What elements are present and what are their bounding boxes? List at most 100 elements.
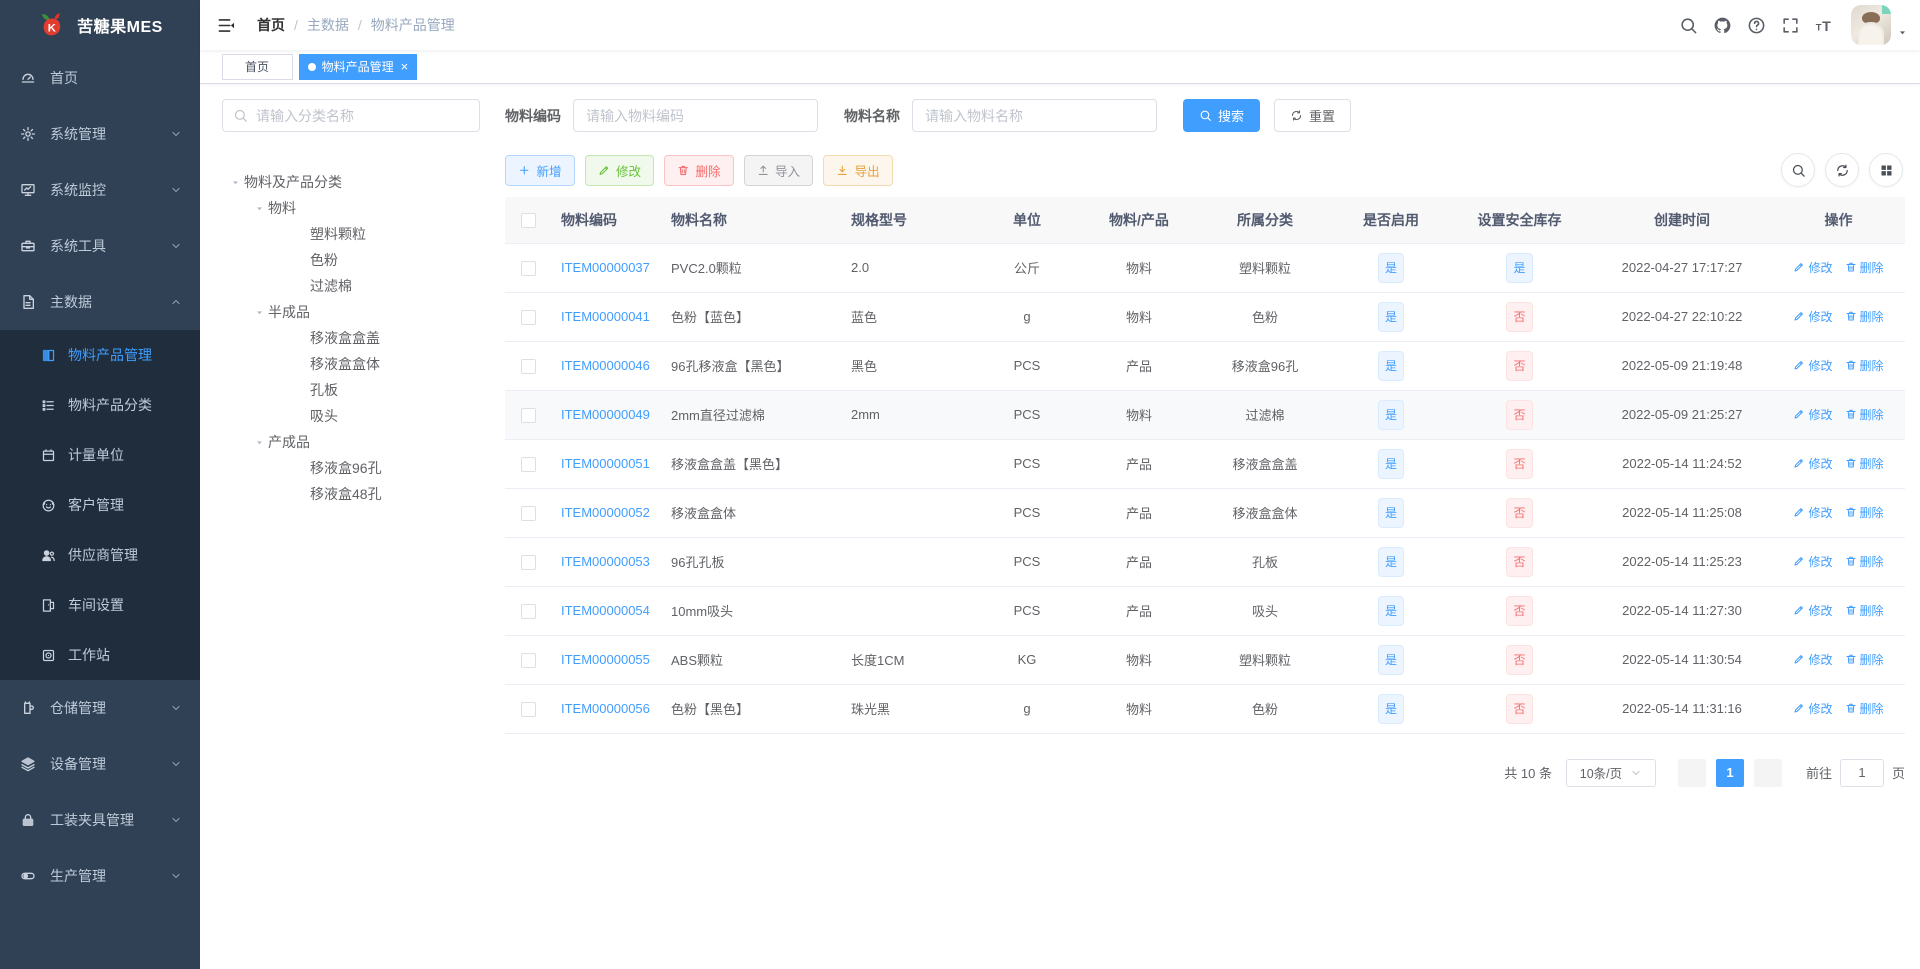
tab[interactable]: 首页 × <box>222 53 293 80</box>
edit-link[interactable]: 修改 <box>1793 651 1833 668</box>
sidebar-subitem[interactable]: 物料产品分类 <box>0 380 200 430</box>
edit-link[interactable]: 修改 <box>1793 602 1833 619</box>
edit-link[interactable]: 修改 <box>1793 357 1833 374</box>
sidebar-subitem[interactable]: 物料产品管理 <box>0 330 200 380</box>
edit-link[interactable]: 修改 <box>1793 700 1833 717</box>
delete-link[interactable]: 删除 <box>1845 308 1884 325</box>
search-icon[interactable] <box>1671 5 1705 45</box>
row-checkbox[interactable] <box>520 554 536 570</box>
toolbar-button[interactable]: 导入 <box>743 154 814 186</box>
sidebar-item[interactable]: 仓储管理 <box>0 680 200 736</box>
code-field[interactable] <box>586 100 805 131</box>
sidebar-item[interactable]: 生产管理 <box>0 848 200 904</box>
tree-node[interactable]: 过滤棉 <box>222 273 480 299</box>
sidebar-subitem[interactable]: 工作站 <box>0 630 200 680</box>
breadcrumb-item[interactable]: 物料产品管理 <box>371 15 455 35</box>
question-icon[interactable] <box>1739 5 1773 45</box>
material-code-link[interactable]: ITEM00000041 <box>561 309 650 324</box>
sidebar-subitem[interactable]: 供应商管理 <box>0 530 200 580</box>
material-code-link[interactable]: ITEM00000056 <box>561 701 650 716</box>
reset-button[interactable]: 重置 <box>1274 99 1352 132</box>
material-code-link[interactable]: ITEM00000054 <box>561 603 650 618</box>
tree-node[interactable]: 移液盒盒体 <box>222 351 480 377</box>
delete-link[interactable]: 删除 <box>1845 406 1884 423</box>
row-checkbox[interactable] <box>520 358 536 374</box>
edit-link[interactable]: 修改 <box>1793 553 1833 570</box>
row-checkbox[interactable] <box>520 309 536 325</box>
tab[interactable]: 物料产品管理 × <box>298 53 418 80</box>
delete-link[interactable]: 删除 <box>1845 455 1884 472</box>
table-tool-button[interactable] <box>1781 153 1815 187</box>
sidebar-item[interactable]: 设备管理 <box>0 736 200 792</box>
tree-node[interactable]: 色粉 <box>222 247 480 273</box>
table-tool-button[interactable] <box>1825 153 1859 187</box>
toolbar-button[interactable]: 导出 <box>823 154 893 186</box>
goto-page-input[interactable] <box>1839 758 1884 787</box>
row-checkbox[interactable] <box>520 407 536 423</box>
row-checkbox[interactable] <box>520 652 536 668</box>
delete-link[interactable]: 删除 <box>1845 259 1884 276</box>
name-field[interactable] <box>925 100 1144 131</box>
app-logo[interactable]: K 苦糖果MES <box>0 0 200 50</box>
delete-link[interactable]: 删除 <box>1845 553 1884 570</box>
tree-node[interactable]: 孔板 <box>222 377 480 403</box>
material-code-link[interactable]: ITEM00000055 <box>561 652 650 667</box>
breadcrumb-item[interactable]: 首页 <box>257 15 285 35</box>
tree-node[interactable]: 半成品 <box>222 299 480 325</box>
table-tool-button[interactable] <box>1869 153 1903 187</box>
page-size-select[interactable]: 10条/页 <box>1565 758 1656 787</box>
sidebar-subitem[interactable]: 计量单位 <box>0 430 200 480</box>
sidebar-fold-icon[interactable] <box>200 16 251 35</box>
material-code-link[interactable]: ITEM00000051 <box>561 456 650 471</box>
delete-link[interactable]: 删除 <box>1845 700 1884 717</box>
tab-close-icon[interactable]: × <box>401 60 409 73</box>
sidebar-subitem[interactable]: 车间设置 <box>0 580 200 630</box>
sidebar-item[interactable]: 系统管理 <box>0 106 200 162</box>
tree-caret-icon[interactable] <box>226 177 244 188</box>
row-checkbox[interactable] <box>520 456 536 472</box>
edit-link[interactable]: 修改 <box>1793 406 1833 423</box>
tree-caret-icon[interactable] <box>250 437 268 448</box>
tree-node[interactable]: 产成品 <box>222 429 480 455</box>
material-code-link[interactable]: ITEM00000049 <box>561 407 650 422</box>
row-checkbox[interactable] <box>520 260 536 276</box>
tree-caret-icon[interactable] <box>250 203 268 214</box>
tree-node[interactable]: 物料 <box>222 195 480 221</box>
select-all-checkbox[interactable] <box>520 213 536 229</box>
row-checkbox[interactable] <box>520 505 536 521</box>
toolbar-button[interactable]: 修改 <box>584 154 655 186</box>
toolbar-button[interactable]: 删除 <box>664 154 734 186</box>
edit-link[interactable]: 修改 <box>1793 504 1833 521</box>
edit-link[interactable]: 修改 <box>1793 455 1833 472</box>
sidebar-subitem[interactable]: 客户管理 <box>0 480 200 530</box>
tree-node[interactable]: 塑料颗粒 <box>222 221 480 247</box>
prev-page-button[interactable] <box>1677 758 1706 787</box>
tree-node[interactable]: 吸头 <box>222 403 480 429</box>
material-code-link[interactable]: ITEM00000052 <box>561 505 650 520</box>
tree-node[interactable]: 移液盒盒盖 <box>222 325 480 351</box>
category-search-input[interactable] <box>256 107 469 124</box>
material-code-link[interactable]: ITEM00000053 <box>561 554 650 569</box>
material-code-link[interactable]: ITEM00000037 <box>561 260 650 275</box>
fullscreen-icon[interactable] <box>1773 5 1807 45</box>
sidebar-item[interactable]: 主数据 <box>0 274 200 330</box>
search-button[interactable]: 搜索 <box>1183 99 1261 132</box>
row-checkbox[interactable] <box>520 701 536 717</box>
material-code-link[interactable]: ITEM00000046 <box>561 358 650 373</box>
tree-node[interactable]: 移液盒48孔 <box>222 481 480 507</box>
sidebar-item[interactable]: 系统工具 <box>0 218 200 274</box>
delete-link[interactable]: 删除 <box>1845 651 1884 668</box>
sidebar-item[interactable]: 系统监控 <box>0 162 200 218</box>
edit-link[interactable]: 修改 <box>1793 308 1833 325</box>
next-page-button[interactable] <box>1753 758 1782 787</box>
sidebar-item[interactable]: 工装夹具管理 <box>0 792 200 848</box>
edit-link[interactable]: 修改 <box>1793 259 1833 276</box>
page-number[interactable]: 1 <box>1715 758 1744 787</box>
row-checkbox[interactable] <box>520 603 536 619</box>
tree-caret-icon[interactable] <box>250 307 268 318</box>
breadcrumb-item[interactable]: 主数据 <box>307 15 349 35</box>
tree-node[interactable]: 移液盒96孔 <box>222 455 480 481</box>
tree-node[interactable]: 物料及产品分类 <box>222 169 480 195</box>
delete-link[interactable]: 删除 <box>1845 504 1884 521</box>
fontsize-icon[interactable]: TT <box>1807 5 1841 45</box>
